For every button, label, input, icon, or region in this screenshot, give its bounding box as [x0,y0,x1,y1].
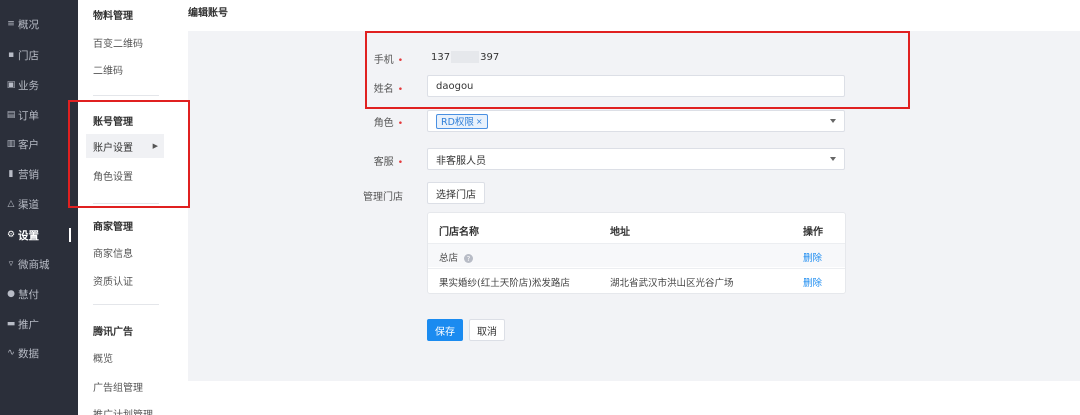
submenu-item-overview[interactable]: 概览 [86,345,164,369]
list-icon: ≡ [7,19,15,29]
gear-icon: ⚙ [6,230,16,240]
nav-label: 门店 [18,49,39,62]
store-icon: ▪ [7,50,15,60]
nav-label: 订单 [18,109,39,122]
nav-label: 微商城 [18,258,50,271]
nav-item-customers[interactable]: ▥ 客户 [0,133,78,155]
save-button[interactable]: 保存 [427,319,463,341]
service-select-value: 非客服人员 [436,155,486,167]
table-row: 果实婚纱(红土天阶店)淞发路店 湖北省武汉市洪山区光谷广场 删除 [428,268,845,292]
submenu-group-merchant: 商家管理 [93,222,133,233]
nav-item-stores[interactable]: ▪ 门店 [0,44,78,66]
delete-link[interactable]: 删除 [803,250,822,264]
nav-label: 推广 [18,318,39,331]
service-label-text: 客服 [373,157,394,168]
nav-label: 营销 [18,168,39,181]
address-cell: 湖北省武汉市洪山区光谷广场 [610,278,734,289]
nav-item-business[interactable]: ▣ 业务 [0,74,78,96]
required-mark: • [397,119,403,129]
role-select[interactable]: RD权限 × [427,110,845,132]
submenu-group-material: 物料管理 [93,11,133,22]
service-select[interactable]: 非客服人员 [427,148,845,170]
nav-item-settings[interactable]: ⚙ 设置 [0,224,78,246]
role-label: 角色 • [343,114,403,129]
nav-label: 概况 [18,18,39,31]
customer-icon: ▥ [6,139,16,149]
select-store-button[interactable]: 选择门店 [427,182,485,204]
payment-icon: ● [7,289,15,299]
help-icon[interactable]: ? [464,254,474,263]
main-nav: ≡ 概况 ▪ 门店 ▣ 业务 ▤ 订单 ▥ 客户 ▮ 营销 △ 渠道 ⚙ 设置 ▿ 微商城 ● 慧付… [0,0,78,415]
role-tag: RD权限 × [436,113,488,129]
nav-item-overview[interactable]: ≡ 概况 [0,13,78,35]
store-table: 门店名称 地址 操作 总店? 删除 果实婚纱(红土天阶店)淞发路店 湖北省武汉市… [427,212,846,294]
column-header-address: 地址 [610,227,630,238]
annotation-box-phone-name [365,31,910,109]
channel-icon: △ [7,199,15,209]
tag-remove-icon[interactable]: × [476,117,483,126]
chevron-down-icon [830,119,836,123]
app-root: ≡ 概况 ▪ 门店 ▣ 业务 ▤ 订单 ▥ 客户 ▮ 营销 △ 渠道 ⚙ 设置 ▿ 微商城 ● 慧付… [0,0,1080,415]
required-mark: • [397,158,403,168]
table-row: 总店? 删除 [428,243,845,267]
nav-label: 慧付 [18,288,39,301]
promo-icon: ▬ [6,319,16,329]
nav-label: 客户 [18,138,39,151]
store-name-cell: 总店? [439,250,474,264]
stores-label: 管理门店 [363,192,403,203]
delete-link[interactable]: 删除 [803,275,822,289]
briefcase-icon: ▣ [6,80,16,90]
nav-item-payment[interactable]: ● 慧付 [0,283,78,305]
nav-active-indicator [69,228,71,242]
nav-label: 渠道 [18,198,39,211]
data-icon: ∿ [7,348,15,358]
annotation-box-account-menu [68,100,190,208]
submenu-item-adgroup-mgmt[interactable]: 广告组管理 [86,374,164,398]
column-header-store-name: 门店名称 [439,227,479,238]
store-name-cell: 果实婚纱(红土天阶店)淞发路店 [439,278,570,289]
store-name: 总店 [439,253,459,264]
submenu-item-promo-plan-mgmt[interactable]: 推广计划管理 [86,401,164,415]
role-label-text: 角色 [373,118,394,129]
submenu-divider [93,95,159,96]
submenu-item-qrcode[interactable]: 二维码 [86,57,164,81]
nav-item-promotion[interactable]: ▬ 推广 [0,313,78,335]
role-tag-label: RD权限 [441,117,474,128]
bar-chart-icon: ▮ [8,169,14,179]
submenu-item-qrcode-variety[interactable]: 百变二维码 [86,30,164,54]
page-title: 编辑账号 [188,8,228,19]
nav-item-orders[interactable]: ▤ 订单 [0,104,78,126]
nav-item-data[interactable]: ∿ 数据 [0,342,78,364]
submenu-item-qualification[interactable]: 资质认证 [86,268,164,292]
order-icon: ▤ [6,110,16,120]
cancel-button[interactable]: 取消 [469,319,505,341]
nav-item-micro-mall[interactable]: ▿ 微商城 [0,253,78,275]
nav-label: 数据 [18,347,39,360]
submenu-divider [93,304,159,305]
column-header-action: 操作 [803,227,823,238]
nav-label: 设置 [18,229,39,242]
nav-item-marketing[interactable]: ▮ 营销 [0,163,78,185]
mall-icon: ▿ [8,259,14,269]
chevron-down-icon [830,157,836,161]
nav-label: 业务 [18,79,39,92]
nav-item-channels[interactable]: △ 渠道 [0,193,78,215]
submenu-item-merchant-info[interactable]: 商家信息 [86,240,164,264]
submenu-group-tencent-ads: 腾讯广告 [93,327,133,338]
service-label: 客服 • [343,153,403,168]
